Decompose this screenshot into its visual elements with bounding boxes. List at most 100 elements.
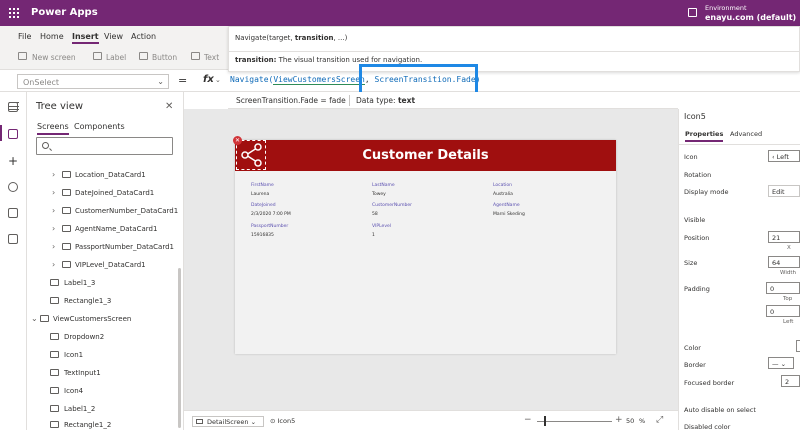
label-button[interactable]: Label <box>106 53 126 62</box>
field-value: 2/3/2020 7:00 PM <box>251 212 291 217</box>
chevron-down-icon[interactable]: ⌄ <box>215 76 221 84</box>
tree-item[interactable]: Dropdown2 <box>27 328 177 346</box>
menu-action[interactable]: Action <box>131 32 156 41</box>
environment-icon <box>688 8 697 17</box>
result-expression: ScreenTransition.Fade = fade <box>236 96 346 105</box>
border-style-dropdown[interactable]: — ⌄ <box>768 357 794 369</box>
zoom-slider-thumb[interactable] <box>544 416 546 426</box>
fx-icon[interactable]: fx <box>203 74 214 85</box>
app-screen <box>235 140 616 354</box>
display-mode-dropdown[interactable]: Edit <box>768 185 800 197</box>
border-label: Border <box>684 361 706 369</box>
position-x-input[interactable]: 21 <box>768 231 800 243</box>
tree-item[interactable]: › DateJoined_DataCard1 <box>27 184 177 202</box>
color-swatch[interactable] <box>796 340 800 352</box>
property-value: OnSelect <box>23 78 60 87</box>
tree-item[interactable]: › PassportNumber_DataCard1 <box>27 238 177 256</box>
selected-control-name: Icon5 <box>684 112 706 121</box>
database-icon[interactable] <box>8 182 18 192</box>
menu-home[interactable]: Home <box>40 32 64 41</box>
focused-border-input[interactable]: 2 <box>781 375 800 387</box>
field-label: PassportNumber <box>251 224 289 229</box>
rail-active-indicator <box>0 125 2 141</box>
field-label: VIPLevel <box>372 224 391 229</box>
tree-item[interactable]: Icon4 <box>27 382 177 400</box>
control-breadcrumb[interactable]: ⊙ Icon5 <box>270 417 295 425</box>
zoom-slider[interactable] <box>537 421 612 422</box>
formula-arg-target: ViewCustomersScreen <box>273 75 365 85</box>
field-value: Australia <box>493 192 513 197</box>
tree-scrollbar[interactable] <box>178 268 181 428</box>
field-value: Towey <box>372 192 386 197</box>
focused-border-label: Focused border <box>684 379 735 387</box>
tree-item[interactable]: Rectangle1_2 <box>27 416 177 430</box>
property-dropdown[interactable]: OnSelect ⌄ <box>17 74 169 89</box>
layers-icon[interactable] <box>8 129 18 139</box>
formula-tooltip: Navigate(target, transition, ...) transi… <box>228 26 800 72</box>
new-screen-button[interactable]: New screen <box>32 53 76 62</box>
waffle-icon[interactable] <box>9 8 19 18</box>
menu-file[interactable]: File <box>18 32 31 41</box>
zoom-value: 50 <box>626 417 635 425</box>
tree-item[interactable]: Icon1 <box>27 346 177 364</box>
auto-disable-label: Auto disable on select <box>684 406 756 414</box>
tab-screens[interactable]: Screens <box>37 122 69 135</box>
zoom-out-button[interactable]: − <box>524 415 532 425</box>
tree-view-title: Tree view <box>36 101 84 112</box>
screen-header: Customer Details <box>235 140 616 171</box>
divider <box>349 95 350 106</box>
formula-result-bar: ScreenTransition.Fade = fade Data type: … <box>228 92 678 109</box>
status-bar: DetailScreen ⌄ ⊙ Icon5 − + 50 % ⤢ <box>184 410 678 430</box>
color-label: Color <box>684 344 701 352</box>
icon-dropdown[interactable]: ‹ Left <box>768 150 800 162</box>
hamburger-icon[interactable] <box>9 102 19 110</box>
button-button[interactable]: Button <box>152 53 177 62</box>
size-width-input[interactable]: 64 <box>768 256 800 268</box>
environment-value[interactable]: enayu.com (default) <box>705 13 796 22</box>
tree-item-screen[interactable]: ⌄ ViewCustomersScreen <box>27 310 177 328</box>
screen-title: Customer Details <box>362 148 489 163</box>
screen-breadcrumb[interactable]: DetailScreen ⌄ <box>192 416 264 427</box>
close-icon[interactable]: ✕ <box>165 101 173 112</box>
function-signature: Navigate(target, transition, ...) <box>235 34 348 42</box>
app-header: Power Apps Environment enayu.com (defaul… <box>0 0 800 26</box>
button-icon <box>139 52 148 60</box>
rotation-label: Rotation <box>684 171 712 179</box>
screen-icon <box>196 419 203 424</box>
padding-label: Padding <box>684 285 710 293</box>
text-button[interactable]: Text <box>204 53 219 62</box>
search-input[interactable] <box>53 140 168 152</box>
tab-components[interactable]: Components <box>74 122 125 131</box>
tab-advanced[interactable]: Advanced <box>730 130 762 138</box>
field-label: AgentName <box>493 203 520 208</box>
field-value: Marni Skeding <box>493 212 525 217</box>
menu-view[interactable]: View <box>104 32 123 41</box>
tree-item[interactable]: › VIPLevel_DataCard1 <box>27 256 177 274</box>
tree-item[interactable]: › Location_DataCard1 <box>27 166 177 184</box>
padding-left-input[interactable]: 0 <box>766 305 800 317</box>
selection-box <box>236 140 266 170</box>
label-icon <box>93 52 102 60</box>
tools-icon[interactable] <box>8 234 18 244</box>
media-icon[interactable] <box>8 208 18 218</box>
tree-item[interactable]: › AgentName_DataCard1 <box>27 220 177 238</box>
tree-item[interactable]: Rectangle1_3 <box>27 292 177 310</box>
padding-top-input[interactable]: 0 <box>766 282 800 294</box>
field-label: FirstName <box>251 183 274 188</box>
environment-label: Environment <box>705 4 747 12</box>
tree-item[interactable]: TextInput1 <box>27 364 177 382</box>
tree-item[interactable]: Label1_3 <box>27 274 177 292</box>
field-label: LastName <box>372 183 395 188</box>
field-label: DateJoined <box>251 203 276 208</box>
expand-icon[interactable]: ⤢ <box>656 415 663 425</box>
zoom-percent: % <box>639 417 646 425</box>
tree-item[interactable]: › CustomerNumber_DataCard1 <box>27 202 178 220</box>
tree-search-box[interactable] <box>36 137 173 155</box>
error-badge[interactable]: ✕ <box>233 136 242 145</box>
menu-insert[interactable]: Insert <box>72 32 99 44</box>
field-value: 15916835 <box>251 233 274 238</box>
result-type: Data type: text <box>356 96 416 105</box>
plus-icon[interactable]: + <box>8 155 18 167</box>
tab-properties[interactable]: Properties <box>685 130 724 142</box>
zoom-in-button[interactable]: + <box>615 415 623 425</box>
